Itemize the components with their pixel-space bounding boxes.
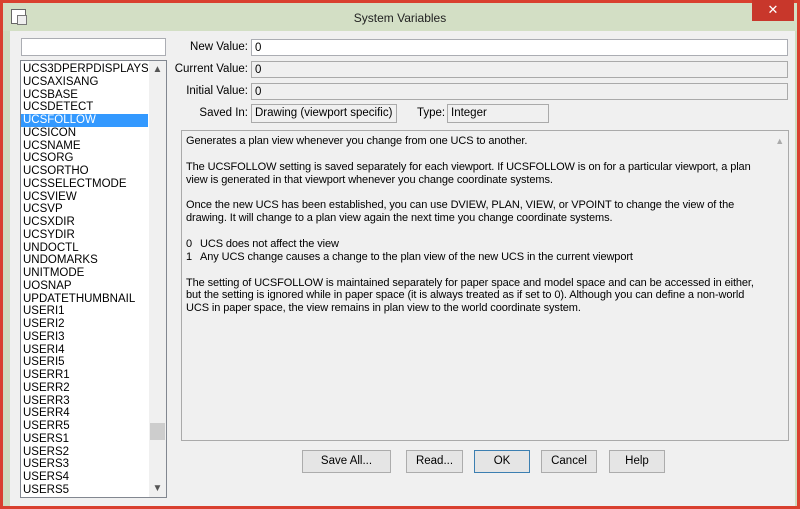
list-item[interactable]: UCSSELECTMODE — [21, 178, 148, 191]
list-item[interactable]: UCSFOLLOW — [21, 114, 148, 127]
ok-button[interactable]: OK — [474, 450, 530, 473]
window-title: System Variables — [353, 11, 447, 25]
search-input[interactable] — [21, 38, 166, 56]
list-items: UCS3DPERPDISPLAYSETUCSAXISANGUCSBASEUCSD… — [21, 63, 166, 497]
cancel-button[interactable]: Cancel — [541, 450, 597, 473]
list-item[interactable]: UOSNAP — [21, 280, 148, 293]
option-text: UCS does not affect the view — [200, 237, 339, 250]
list-item[interactable]: UNDOCTL — [21, 242, 148, 255]
list-item[interactable]: USERI1 — [21, 305, 148, 318]
close-button[interactable]: ✕ — [752, 0, 794, 21]
dialog-body: UCS3DPERPDISPLAYSETUCSAXISANGUCSBASEUCSD… — [10, 31, 795, 506]
type-label: Type: — [417, 107, 446, 119]
type-field: Integer — [447, 104, 549, 123]
list-item[interactable]: UCSVP — [21, 203, 148, 216]
help-button[interactable]: Help — [609, 450, 665, 473]
option-key: 0 — [186, 237, 193, 250]
list-item[interactable]: UCSNAME — [21, 140, 148, 153]
saved-in-field: Drawing (viewport specific) — [251, 104, 397, 123]
scroll-down-icon[interactable]: ▼ — [149, 480, 166, 497]
list-scrollbar[interactable]: ▲ ▼ — [149, 61, 166, 497]
option-row: 0 UCS does not affect the view — [186, 238, 768, 251]
description-panel: Generates a plan view whenever you chang… — [181, 130, 789, 441]
list-item[interactable]: USERS5 — [21, 484, 148, 497]
list-item[interactable]: UCSYDIR — [21, 229, 148, 242]
list-item[interactable]: USERI5 — [21, 356, 148, 369]
description-text: The setting of UCSFOLLOW is maintained s… — [186, 276, 754, 315]
new-value-label: New Value: — [190, 41, 248, 53]
description-text: Generates a plan view whenever you chang… — [186, 135, 528, 147]
list-item[interactable]: UCSAXISANG — [21, 76, 148, 89]
saved-in-label: Saved In: — [199, 107, 248, 119]
list-item[interactable]: USERR5 — [21, 420, 148, 433]
list-item[interactable]: UPDATETHUMBNAIL — [21, 293, 148, 306]
list-item[interactable]: UCSVIEW — [21, 191, 148, 204]
list-item[interactable]: UCSORTHO — [21, 165, 148, 178]
list-item[interactable]: UNDOMARKS — [21, 254, 148, 267]
scroll-thumb[interactable] — [150, 423, 165, 440]
list-item[interactable]: USERS4 — [21, 471, 148, 484]
list-item[interactable]: UCSBASE — [21, 89, 148, 102]
list-item[interactable]: UCSORG — [21, 152, 148, 165]
list-item[interactable]: USERI3 — [21, 331, 148, 344]
initial-value-label: Initial Value: — [186, 85, 248, 97]
variable-list[interactable]: UCS3DPERPDISPLAYSETUCSAXISANGUCSBASEUCSD… — [20, 60, 167, 498]
save-all-button[interactable]: Save All... — [302, 450, 391, 473]
description-text: The UCSFOLLOW setting is saved separatel… — [186, 160, 751, 186]
list-item[interactable]: USERI2 — [21, 318, 148, 331]
list-item[interactable]: USERI4 — [21, 344, 148, 357]
option-text: Any UCS change causes a change to the pl… — [200, 250, 633, 263]
list-item[interactable]: USERR4 — [21, 407, 148, 420]
list-item[interactable]: USERR1 — [21, 369, 148, 382]
current-value-field: 0 — [251, 61, 788, 78]
new-value-input[interactable]: 0 — [251, 39, 788, 56]
list-item[interactable]: USERS1 — [21, 433, 148, 446]
option-row: 1 Any UCS change causes a change to the p… — [186, 251, 768, 264]
list-item[interactable]: USERS2 — [21, 446, 148, 459]
list-item[interactable]: USERS3 — [21, 458, 148, 471]
list-item[interactable]: UCS3DPERPDISPLAYSET — [21, 63, 148, 76]
description-text: Once the new UCS has been established, y… — [186, 199, 735, 225]
list-item[interactable]: UCSICON — [21, 127, 148, 140]
title-bar: System Variables ✕ — [3, 0, 797, 31]
list-item[interactable]: UCSXDIR — [21, 216, 148, 229]
list-item[interactable]: USERR3 — [21, 395, 148, 408]
read-button[interactable]: Read... — [406, 450, 463, 473]
list-item[interactable]: USERR2 — [21, 382, 148, 395]
system-variables-dialog: System Variables ✕ UCS3DPERPDISPLAYSETUC… — [0, 0, 800, 509]
list-item[interactable]: UNITMODE — [21, 267, 148, 280]
option-key: 1 — [186, 250, 193, 263]
current-value-label: Current Value: — [174, 63, 248, 75]
scroll-up-icon[interactable]: ▲ — [775, 135, 784, 148]
list-item[interactable]: UCSDETECT — [21, 101, 148, 114]
initial-value-field: 0 — [251, 83, 788, 100]
